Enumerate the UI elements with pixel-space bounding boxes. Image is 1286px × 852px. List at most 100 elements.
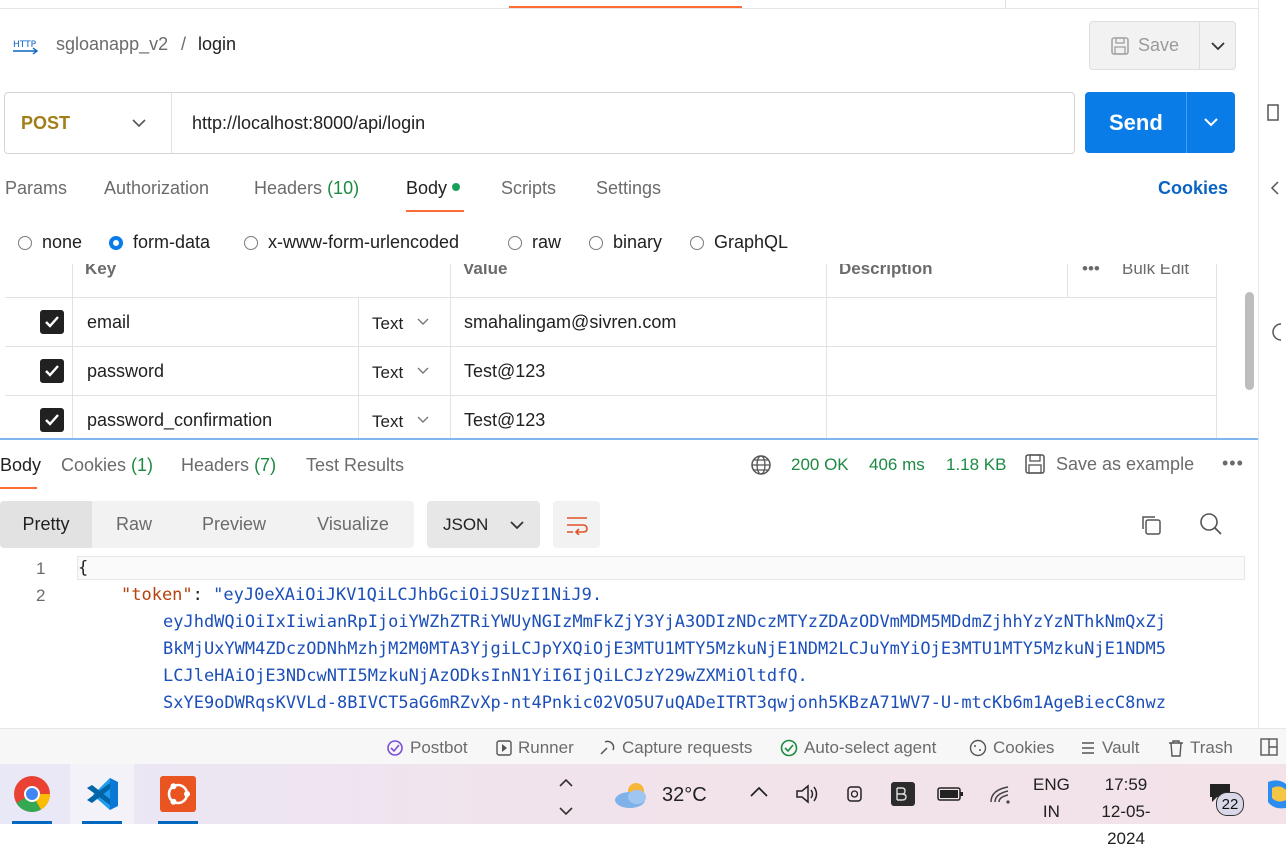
vertical-scrollbar[interactable] bbox=[1245, 292, 1254, 390]
row-type[interactable]: Text bbox=[372, 363, 403, 383]
column-header-key: Key bbox=[85, 264, 117, 278]
ubuntu-icon bbox=[160, 776, 196, 812]
copilot-icon[interactable] bbox=[1264, 778, 1286, 810]
info-icon[interactable] bbox=[1269, 322, 1281, 342]
method-select[interactable]: POST bbox=[5, 93, 172, 153]
taskbar-app-ubuntu[interactable] bbox=[146, 764, 210, 824]
radio-button[interactable] bbox=[508, 235, 522, 250]
battery-icon[interactable] bbox=[937, 785, 965, 803]
radio-button[interactable] bbox=[244, 235, 258, 250]
view-mode-preview[interactable]: Preview bbox=[176, 501, 292, 548]
radio-button[interactable] bbox=[589, 235, 603, 250]
response-tab-test-results[interactable]: Test Results bbox=[306, 455, 404, 476]
wrap-lines-button[interactable] bbox=[553, 501, 600, 548]
format-select[interactable]: JSON bbox=[427, 501, 540, 548]
taskbar-app-chrome[interactable] bbox=[0, 764, 64, 824]
tab-headers[interactable]: Headers (10) bbox=[254, 178, 359, 199]
layout-toggle-button[interactable] bbox=[1260, 738, 1278, 756]
postbot-button[interactable]: Postbot bbox=[386, 738, 468, 758]
vault-button[interactable]: Vault bbox=[1080, 738, 1140, 758]
camera-icon[interactable] bbox=[845, 783, 865, 805]
runner-button[interactable]: Runner bbox=[496, 738, 574, 758]
trash-icon bbox=[1169, 740, 1183, 757]
radio-urlencoded[interactable]: x-www-form-urlencoded bbox=[244, 232, 459, 253]
row-checkbox[interactable] bbox=[40, 408, 64, 432]
capture-requests-button[interactable]: Capture requests bbox=[598, 738, 752, 758]
response-status[interactable]: 200 OK bbox=[791, 455, 849, 475]
more-icon[interactable]: ••• bbox=[1082, 264, 1100, 279]
tab-scripts[interactable]: Scripts bbox=[501, 178, 556, 199]
save-options-button[interactable] bbox=[1200, 22, 1235, 69]
row-type[interactable]: Text bbox=[372, 314, 403, 334]
vscode-icon bbox=[87, 778, 118, 810]
row-checkbox[interactable] bbox=[40, 359, 64, 383]
wifi-icon[interactable] bbox=[988, 783, 1014, 805]
breadcrumb-request-name[interactable]: login bbox=[198, 34, 236, 55]
breadcrumb-collection[interactable]: sgloanapp_v2 bbox=[56, 34, 168, 55]
response-tab-headers[interactable]: Headers (7) bbox=[181, 455, 276, 476]
row-key[interactable]: email bbox=[87, 312, 130, 333]
table-row: password_confirmation Text Test@123 bbox=[5, 395, 1216, 438]
copy-icon[interactable] bbox=[1139, 513, 1163, 537]
row-key[interactable]: password bbox=[87, 361, 164, 382]
radio-button-checked[interactable] bbox=[109, 235, 123, 250]
row-value[interactable]: smahalingam@sivren.com bbox=[464, 312, 676, 333]
current-line-highlight bbox=[77, 556, 1245, 580]
bulk-edit-link[interactable]: Bulk Edit bbox=[1122, 264, 1189, 279]
chevron-down-icon bbox=[510, 520, 524, 529]
save-button[interactable]: Save bbox=[1090, 22, 1199, 69]
cookies-link[interactable]: Cookies bbox=[1158, 178, 1228, 199]
radio-form-data[interactable]: form-data bbox=[109, 232, 210, 253]
chevron-left-icon[interactable] bbox=[1269, 180, 1281, 196]
response-tab-body[interactable]: Body bbox=[0, 455, 41, 476]
row-key[interactable]: password_confirmation bbox=[87, 410, 272, 431]
tab-params[interactable]: Params bbox=[5, 178, 67, 199]
row-value[interactable]: Test@123 bbox=[464, 410, 545, 431]
tab-authorization[interactable]: Authorization bbox=[104, 178, 209, 199]
response-tab-headers-count: (7) bbox=[254, 455, 277, 475]
radio-raw[interactable]: raw bbox=[508, 232, 561, 253]
radio-graphql[interactable]: GraphQL bbox=[690, 232, 788, 253]
taskbar-app-vscode[interactable] bbox=[70, 764, 134, 824]
chevron-up-icon[interactable] bbox=[749, 785, 769, 799]
row-checkbox[interactable] bbox=[40, 310, 64, 334]
notification-center[interactable]: 22 bbox=[1206, 780, 1246, 816]
speaker-icon[interactable] bbox=[795, 783, 821, 805]
cookies-button[interactable]: Cookies bbox=[969, 738, 1054, 758]
view-mode-raw[interactable]: Raw bbox=[92, 501, 176, 548]
chevron-down-icon bbox=[417, 367, 429, 374]
weather-widget[interactable]: 32°C bbox=[612, 780, 707, 810]
json-open-brace: { bbox=[78, 558, 89, 578]
globe-icon[interactable] bbox=[750, 454, 772, 476]
row-value[interactable]: Test@123 bbox=[464, 361, 545, 382]
response-time[interactable]: 406 ms bbox=[869, 455, 925, 475]
app-tray-icon[interactable] bbox=[890, 781, 916, 807]
search-icon[interactable] bbox=[1199, 512, 1223, 536]
save-label: Save bbox=[1137, 35, 1180, 55]
url-input[interactable] bbox=[190, 112, 1054, 135]
response-tab-cookies[interactable]: Cookies (1) bbox=[61, 455, 153, 476]
radio-button[interactable] bbox=[18, 235, 32, 250]
trash-button[interactable]: Trash bbox=[1168, 738, 1233, 758]
view-mode-visualize[interactable]: Visualize bbox=[292, 501, 414, 548]
tab-settings[interactable]: Settings bbox=[596, 178, 661, 199]
pane-resize-handle[interactable] bbox=[0, 438, 1258, 440]
send-options-button[interactable] bbox=[1187, 92, 1235, 153]
response-size[interactable]: 1.18 KB bbox=[946, 455, 1007, 475]
send-button[interactable]: Send bbox=[1109, 110, 1163, 136]
view-mode-pretty[interactable]: Pretty bbox=[0, 501, 92, 548]
radio-none[interactable]: none bbox=[18, 232, 82, 253]
tab-active-underline bbox=[406, 210, 464, 212]
radio-button[interactable] bbox=[690, 235, 704, 250]
row-type[interactable]: Text bbox=[372, 412, 403, 432]
radio-binary[interactable]: binary bbox=[589, 232, 662, 253]
auto-select-agent-button[interactable]: Auto-select agent bbox=[780, 738, 936, 758]
tab-body[interactable]: Body bbox=[406, 178, 461, 199]
clock[interactable]: 17:59 12-05-2024 bbox=[1086, 771, 1166, 852]
language-indicator[interactable]: ENG IN bbox=[1033, 771, 1070, 825]
more-options-icon[interactable]: ••• bbox=[1222, 453, 1244, 474]
save-as-example-button[interactable]: Save as example bbox=[1024, 453, 1194, 475]
active-tab-indicator bbox=[509, 6, 742, 8]
doc-icon[interactable] bbox=[1267, 104, 1281, 122]
taskbar-scroll[interactable] bbox=[556, 768, 576, 820]
